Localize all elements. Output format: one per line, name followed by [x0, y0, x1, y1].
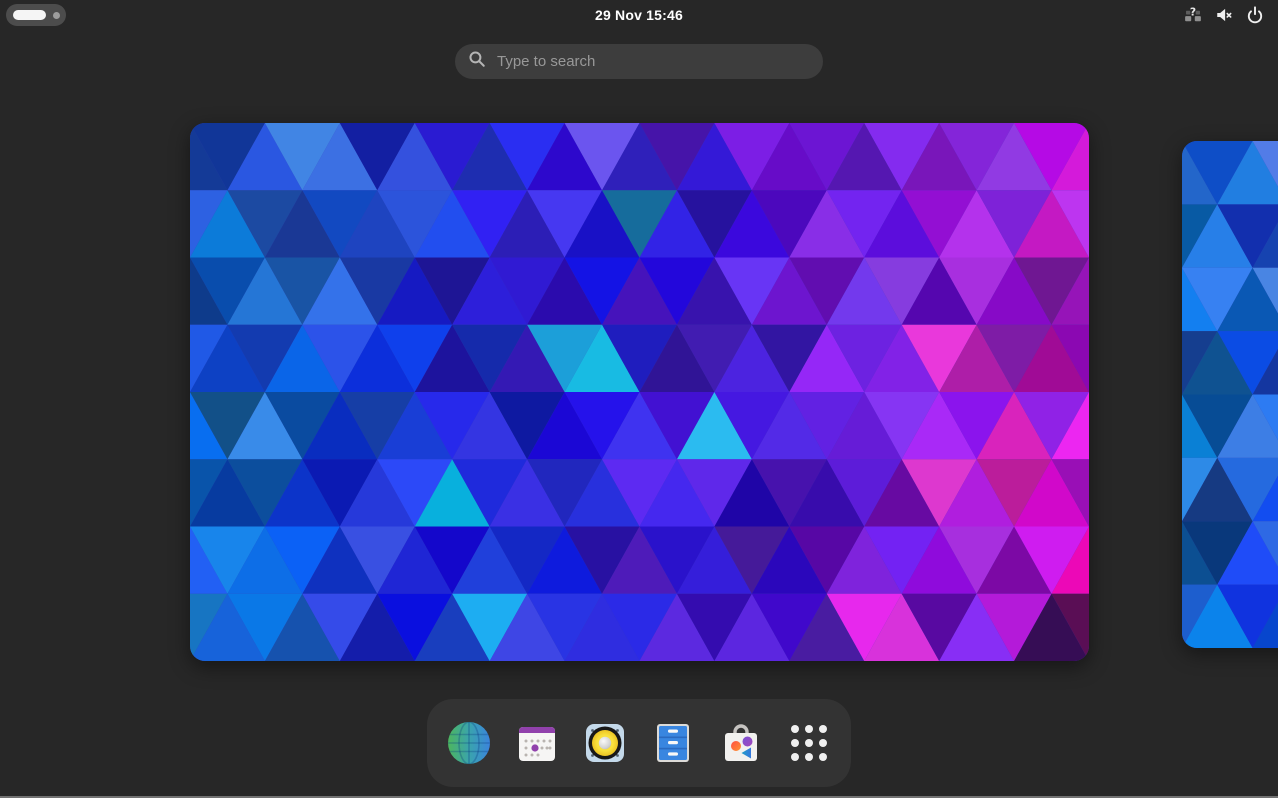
show-applications-button[interactable]: [785, 719, 833, 767]
svg-text:?: ?: [1190, 6, 1196, 18]
dash-app-files[interactable]: [649, 719, 697, 767]
music-speaker-icon: [581, 719, 629, 767]
web-browser-globe-icon: [445, 719, 493, 767]
network-wired-question-icon: ?: [1184, 6, 1202, 24]
workspace-thumbnail-1[interactable]: [190, 123, 1089, 661]
dash-app-calendar[interactable]: [513, 719, 561, 767]
system-status-area[interactable]: ?: [1184, 0, 1264, 30]
search-bar[interactable]: [455, 44, 823, 79]
search-icon: [468, 50, 486, 73]
clock[interactable]: 29 Nov 15:46: [0, 7, 1278, 23]
workspace-thumbnail-2[interactable]: [1182, 141, 1278, 648]
show-applications-grid-icon: [789, 723, 829, 763]
file-manager-cabinet-icon: [649, 719, 697, 767]
power-icon: [1246, 6, 1264, 24]
dash-app-music[interactable]: [581, 719, 629, 767]
calendar-icon: [513, 719, 561, 767]
volume-muted-icon: [1215, 6, 1233, 24]
dash-app-web-browser[interactable]: [445, 719, 493, 767]
wallpaper-triangles: [190, 123, 1089, 661]
wallpaper-triangles: [1182, 141, 1278, 648]
gnome-shell-overview: 29 Nov 15:46 ?: [0, 0, 1278, 798]
software-store-bag-icon: [717, 719, 765, 767]
dash-app-software[interactable]: [717, 719, 765, 767]
search-input[interactable]: [495, 52, 817, 71]
top-bar: 29 Nov 15:46 ?: [0, 0, 1278, 30]
dash: [427, 699, 851, 787]
